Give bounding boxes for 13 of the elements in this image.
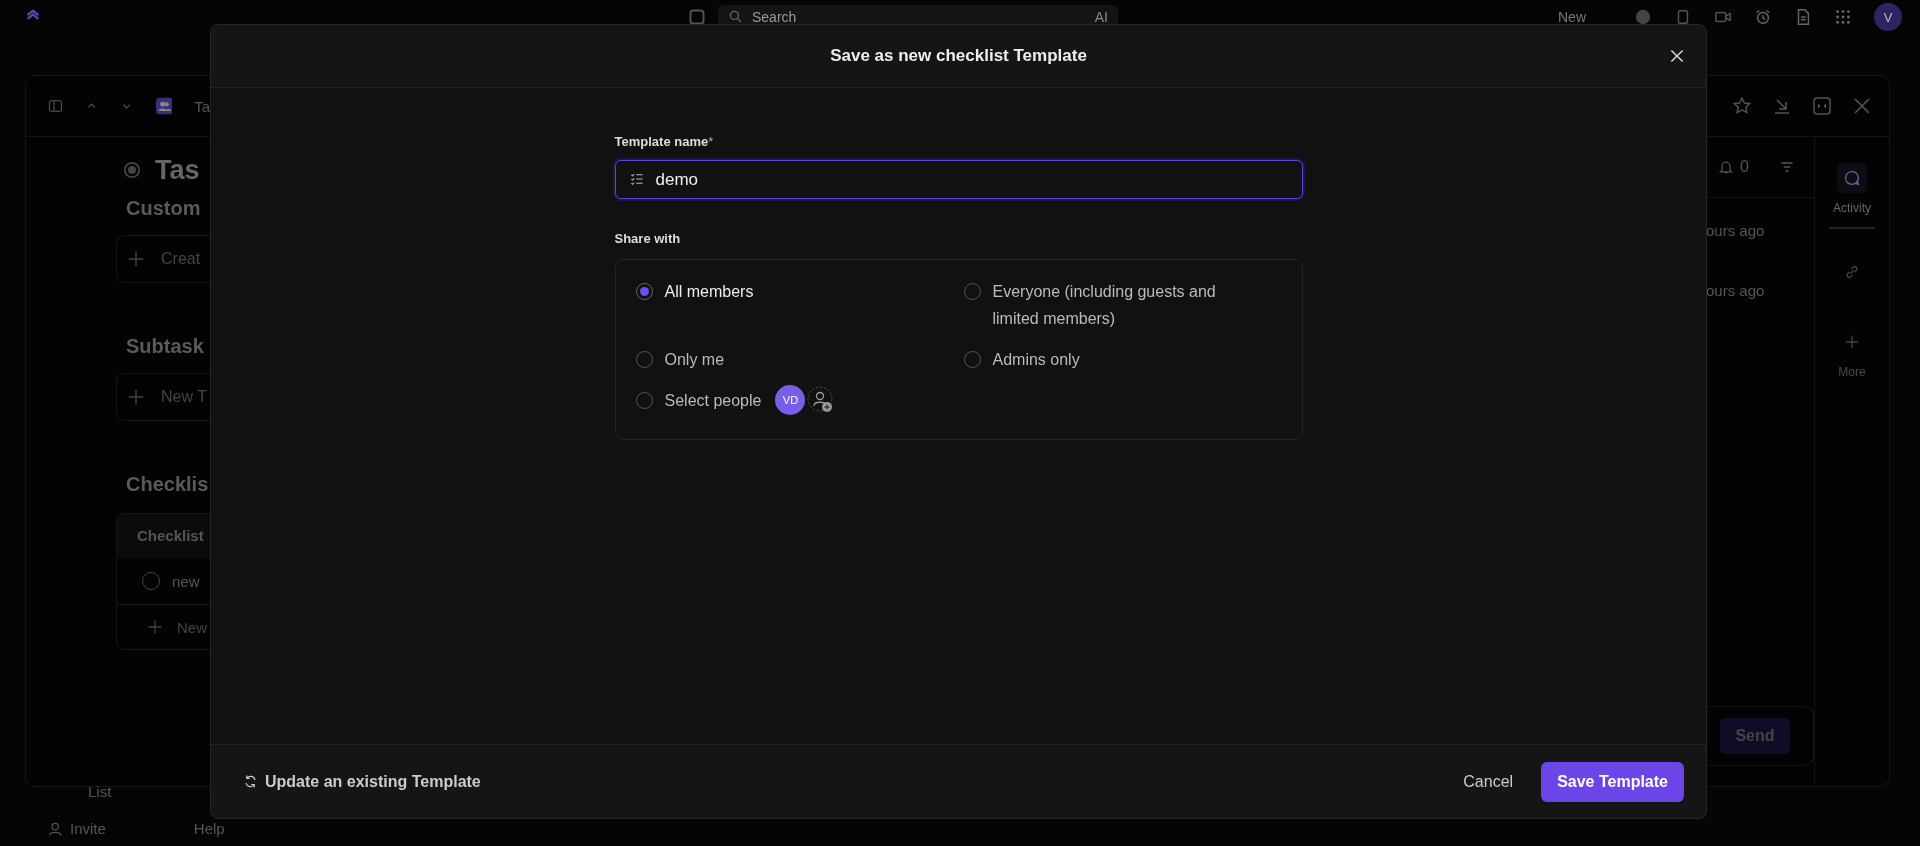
activity-time: ours ago	[1706, 282, 1766, 301]
tab-label: Activity	[1833, 201, 1871, 215]
field-label: Share with	[614, 231, 682, 248]
activity-time: ours ago	[1706, 222, 1766, 241]
checklist-header: Checklist	[117, 514, 210, 558]
tab-label: More	[1838, 365, 1866, 379]
user-avatar: VD	[775, 385, 806, 415]
section-heading: Custom	[126, 197, 202, 221]
notification-count: 0	[1740, 158, 1749, 176]
field-label: Template name*	[614, 134, 715, 151]
section-heading: Checklis	[126, 473, 210, 497]
dialog-title: Save as new checklist Template	[830, 46, 1087, 66]
section-heading: Subtask	[126, 335, 205, 359]
